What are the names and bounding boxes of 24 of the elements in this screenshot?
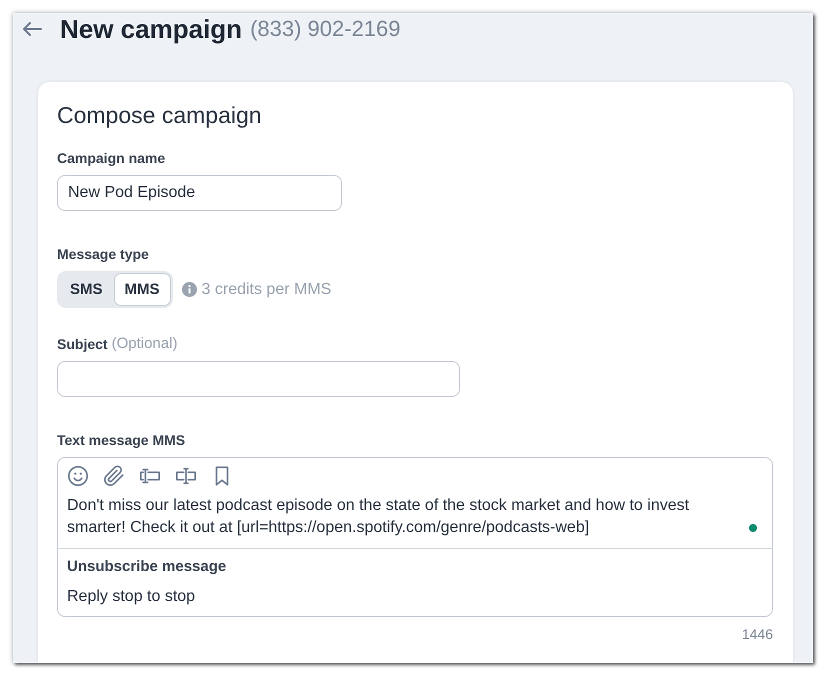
arrow-left-icon[interactable] bbox=[22, 21, 42, 37]
message-editor[interactable] bbox=[57, 457, 773, 617]
unsubscribe-text: Reply stop to stop bbox=[67, 588, 196, 605]
unsubscribe-label: Unsubscribe message bbox=[67, 558, 226, 575]
optional-hint: (Optional) bbox=[112, 334, 178, 354]
info-icon bbox=[182, 282, 197, 297]
page-title: New campaign bbox=[60, 13, 242, 45]
campaign-name-label: Campaign name bbox=[57, 150, 166, 166]
smiley-icon[interactable] bbox=[67, 465, 89, 487]
toggle-option[interactable]: SMS bbox=[59, 273, 114, 306]
paperclip-icon[interactable] bbox=[103, 465, 125, 487]
status-dot-icon bbox=[749, 524, 757, 532]
toggle-option[interactable]: MMS bbox=[114, 273, 171, 306]
message-text: Don't miss our latest podcast episode on the state of the stock market and how to invest smarter! Check it out at [url=https://open.spotify.com/genre/podcasts-web] bbox=[67, 496, 690, 538]
character-count: 1446 bbox=[742, 625, 773, 643]
campaign-name-field[interactable]: New Pod Episode bbox=[57, 175, 342, 211]
cursor-box-icon[interactable] bbox=[175, 465, 197, 487]
text-message-label: Text message MMS bbox=[57, 432, 186, 448]
subject-label: Subject bbox=[57, 335, 108, 354]
card-title: Compose campaign bbox=[57, 101, 262, 129]
subject-field[interactable] bbox=[57, 361, 460, 397]
credits-note: 3 credits per MMS bbox=[202, 280, 332, 298]
phone-number: (833) 902-2169 bbox=[250, 15, 401, 43]
message-type-label: Message type bbox=[57, 246, 149, 262]
